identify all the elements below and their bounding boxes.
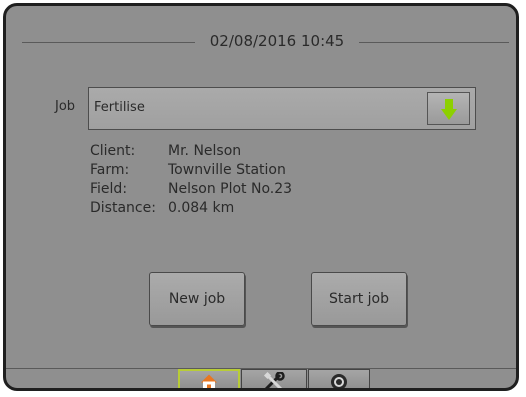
- field-label: Field:: [90, 181, 128, 197]
- field-value: Nelson Plot No.23: [168, 181, 293, 197]
- job-value: Fertilise: [94, 100, 145, 115]
- tools-icon: [263, 372, 285, 388]
- farm-value: Townville Station: [168, 162, 286, 178]
- header-divider-left: [22, 42, 195, 43]
- new-job-button[interactable]: New job: [149, 272, 245, 326]
- job-dropdown-button[interactable]: [427, 92, 470, 125]
- client-value: Mr. Nelson: [168, 143, 242, 159]
- tab-tools[interactable]: [241, 369, 307, 388]
- distance-value: 0.084 km: [168, 200, 235, 216]
- distance-label: Distance:: [90, 200, 156, 216]
- farm-label: Farm:: [90, 162, 130, 178]
- tab-camera[interactable]: [308, 369, 370, 388]
- datetime-display: 02/08/2016 10:45: [209, 32, 345, 50]
- tab-home[interactable]: [178, 369, 240, 388]
- job-label: Job: [55, 99, 76, 114]
- console-screen: 02/08/2016 10:45 Job Fertilise Client: M…: [3, 3, 519, 391]
- arrow-down-icon: [441, 99, 457, 120]
- job-select[interactable]: Fertilise: [88, 87, 476, 130]
- client-label: Client:: [90, 143, 136, 159]
- header-divider-right: [359, 42, 509, 43]
- start-job-button[interactable]: Start job: [311, 272, 407, 326]
- camera-icon: [331, 374, 347, 388]
- home-icon: [201, 374, 217, 388]
